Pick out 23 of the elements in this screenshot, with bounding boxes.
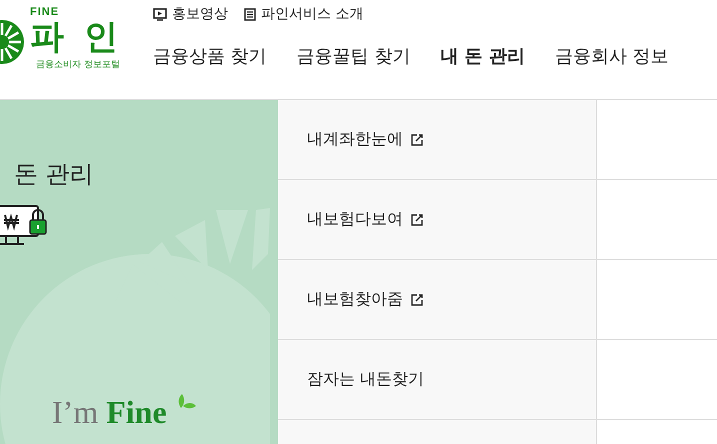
menu-label: 내보험찾아줌 (307, 289, 403, 310)
menu-label: 내보험다보여 (307, 209, 403, 230)
list-icon (244, 8, 256, 20)
menu-link[interactable]: 내보험찾아줌 (278, 260, 596, 340)
menu-label: 잠자는 내돈찾기 (307, 369, 424, 390)
slogan-brand: Fine (106, 394, 167, 431)
menu-label: 내계좌한눈에 (307, 129, 403, 150)
logo-tagline: 금융소비자 정보포털 (36, 59, 121, 71)
leaf-icon (177, 394, 197, 410)
video-icon (153, 8, 167, 20)
menu-link[interactable]: 내계좌한눈에 (278, 100, 596, 180)
top-link-label: 홍보영상 (172, 5, 228, 23)
top-link[interactable]: 홍보영상 (153, 5, 228, 23)
slogan-lead: I’m (52, 394, 98, 431)
logo-eyebrow: FINE (30, 6, 60, 18)
nav-tab[interactable]: 금융꿀팁 찾기 (296, 44, 410, 68)
logo-name: 파 인 (30, 18, 122, 56)
nav-tab[interactable]: 금융상품 찾기 (153, 44, 267, 68)
nav-tab[interactable]: 금융회사 정보 (555, 44, 669, 68)
menu-link[interactable]: 내보험다보여 (278, 180, 596, 260)
nav-tab[interactable]: 내 돈 관리 (440, 44, 526, 68)
menu-link[interactable]: 잠자는 내돈찾기 (278, 340, 596, 420)
banner-title: 돈 관리 (14, 159, 95, 190)
